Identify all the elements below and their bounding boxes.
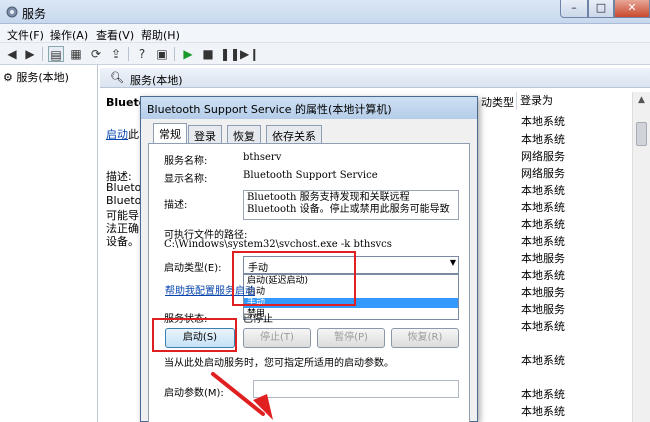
minimize-button[interactable]: – [560, 0, 588, 18]
export-icon[interactable]: ⇪ [108, 46, 124, 62]
resume-button[interactable]: 恢复(R) [391, 328, 459, 348]
logon-cell: 本地系统 [521, 201, 565, 214]
show-tree-icon[interactable]: ▤ [48, 46, 64, 62]
scroll-up-icon[interactable]: ▲ [633, 92, 650, 109]
stop-button[interactable]: 停止(T) [243, 328, 311, 348]
pause-button[interactable]: 暂停(P) [317, 328, 385, 348]
menu-bar: 文件(F) 操作(A) 查看(V) 帮助(H) [0, 24, 650, 43]
play-icon[interactable]: ▶ [180, 46, 196, 62]
pane-header: 🔍︎ 服务(本地) [100, 68, 650, 88]
chevron-down-icon[interactable]: ▼ [450, 258, 456, 267]
toolbar-separator [128, 47, 129, 61]
logon-cell: 网络服务 [521, 167, 565, 180]
tree-item-services-local[interactable]: ⚙ 服务(本地) [3, 69, 69, 85]
startup-type-label: 启动类型(E): [164, 263, 222, 274]
display-name-value: Bluetooth Support Service [243, 170, 378, 181]
help-icon[interactable]: ? [134, 46, 150, 62]
logon-cell: 本地服务 [521, 252, 565, 265]
tab-logon[interactable]: 登录 [188, 125, 222, 143]
logon-cell: 本地系统 [521, 354, 565, 367]
tree-pane: ⚙ 服务(本地) [0, 65, 98, 422]
description-box[interactable]: Bluetooth 服务支持发现和关联远程 Bluetooth 设备。停止或禁用… [243, 190, 459, 220]
help-link-text: 帮助我配置服务 [165, 286, 235, 297]
list-scrollbar[interactable]: ▲ [632, 92, 650, 422]
service-name-label: 服务名称: [164, 156, 208, 167]
logon-cell: 网络服务 [521, 150, 565, 163]
annotation-start-button-box [152, 318, 237, 352]
annotation-arrow-icon [211, 372, 273, 420]
path-value: C:\Windows\system32\svchost.exe -k bthsv… [164, 239, 392, 250]
services-gear-icon: ⚙ [3, 71, 13, 84]
logon-cell: 本地系统 [521, 115, 565, 128]
window-titlebar [0, 0, 650, 24]
restart-icon[interactable]: ▶❙ [240, 46, 259, 62]
desc-line: Blueto [106, 194, 142, 207]
logon-cell: 本地系统 [521, 184, 565, 197]
description-label: 描述: [164, 200, 188, 211]
console-icon[interactable]: ▣ [154, 46, 170, 62]
column-header-startup-type[interactable]: 动类型 [481, 92, 517, 110]
close-button[interactable]: ✕ [614, 0, 650, 18]
refresh-icon[interactable]: ⟳ [88, 46, 104, 62]
logon-cell: 本地系统 [521, 320, 565, 333]
forward-icon[interactable]: ▶ [22, 46, 38, 62]
display-name-label: 显示名称: [164, 174, 208, 185]
window-title: 服务 [22, 7, 47, 21]
menu-action[interactable]: 操作(A) [50, 27, 88, 43]
logon-cell: 本地系统 [521, 133, 565, 146]
service-name-value: bthserv [243, 152, 282, 163]
search-icon: 🔍︎ [110, 71, 124, 84]
toolbar: ◀ ▶ ▤ ▦ ⟳ ⇪ ? ▣ ▶ ■ ❚❚ ▶❙ [0, 43, 650, 65]
desc-line: 设备。 [106, 235, 139, 248]
startup-option-disabled[interactable]: 禁用 [244, 309, 458, 319]
pane-title: 服务(本地) [130, 74, 183, 87]
tab-recovery[interactable]: 恢复 [227, 125, 261, 143]
start-service-link[interactable]: 启动 [106, 126, 128, 142]
properties-icon[interactable]: ▦ [68, 46, 84, 62]
logon-cell: 本地系统 [521, 405, 565, 418]
menu-help[interactable]: 帮助(H) [141, 27, 180, 43]
tree-item-label: 服务(本地) [16, 71, 69, 84]
services-gear-icon [6, 6, 18, 18]
menu-file[interactable]: 文件(F) [7, 27, 44, 43]
back-icon[interactable]: ◀ [4, 46, 20, 62]
toolbar-separator [42, 47, 43, 61]
tab-general[interactable]: 常规 [153, 123, 187, 144]
scroll-thumb[interactable] [636, 122, 647, 146]
dialog-titlebar: Bluetooth Support Service 的属性(本地计算机) [141, 97, 477, 119]
start-link-suffix: 此 [128, 128, 139, 141]
maximize-button[interactable]: □ [588, 0, 614, 18]
service-status-value: 已停止 [243, 314, 273, 325]
column-header-logon[interactable]: 登录为 [520, 92, 553, 108]
pause-icon[interactable]: ❚❚ [220, 46, 240, 62]
start-params-hint: 当从此处启动服务时，您可指定所适用的启动参数。 [164, 358, 394, 369]
logon-cell: 本地服务 [521, 286, 565, 299]
logon-cell: 本地系统 [521, 269, 565, 282]
annotation-startup-type-box [232, 251, 356, 306]
logon-cell: 本地系统 [521, 388, 565, 401]
desc-line: Blueto [106, 181, 142, 194]
logon-cell: 本地系统 [521, 218, 565, 231]
stop-icon[interactable]: ■ [200, 46, 216, 62]
logon-cell: 本地服务 [521, 303, 565, 316]
tab-dependencies[interactable]: 依存关系 [266, 125, 322, 143]
logon-cell: 本地系统 [521, 235, 565, 248]
menu-view[interactable]: 查看(V) [96, 27, 134, 43]
toolbar-separator [174, 47, 175, 61]
dialog-title: Bluetooth Support Service 的属性(本地计算机) [147, 103, 392, 116]
